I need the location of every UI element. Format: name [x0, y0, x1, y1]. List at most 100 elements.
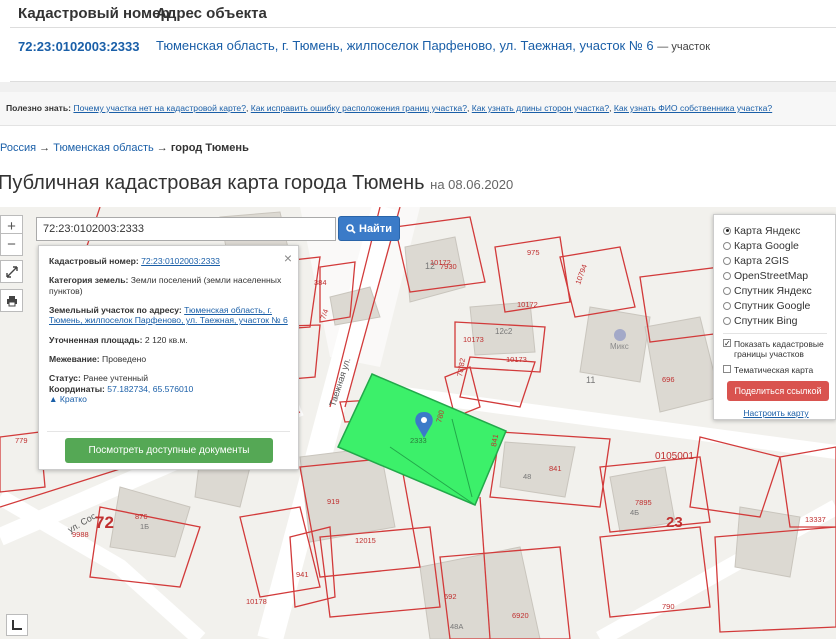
layer-label: Карта 2GIS [734, 254, 789, 267]
svg-text:696: 696 [662, 375, 675, 384]
zoom-out-button[interactable]: − [0, 233, 23, 256]
useful-link-fix-error[interactable]: Как исправить ошибку расположения границ… [251, 103, 467, 113]
cadastral-search-input[interactable] [36, 217, 336, 241]
printer-icon [6, 295, 17, 306]
layer-label: Спутник Яндекс [734, 284, 812, 297]
breadcrumb-separator: → [39, 142, 51, 154]
divider-band [0, 82, 836, 92]
layer-option-osm[interactable]: OpenStreetMap [723, 268, 835, 283]
configure-map-link[interactable]: Настроить карту [717, 408, 835, 418]
layer-option-google-satellite[interactable]: Спутник Google [723, 298, 835, 313]
radio[interactable] [723, 301, 731, 310]
svg-text:7895: 7895 [635, 498, 652, 507]
info-value: 2 120 кв.м. [144, 334, 188, 345]
info-value: Ранее учтенный [83, 373, 148, 384]
result-kind: — участок [657, 41, 711, 53]
map-layers-panel: Карта Яндекс Карта Google Карта 2GIS Ope… [713, 214, 836, 420]
page-title-text: Публичная кадастровая карта города Тюмен… [0, 172, 425, 194]
breadcrumb-separator: → [156, 142, 168, 154]
svg-text:692: 692 [444, 592, 457, 601]
radio[interactable] [723, 271, 731, 280]
result-address-link[interactable]: Тюменская область, г. Тюмень, жилпоселок… [156, 38, 654, 53]
breadcrumb-region[interactable]: Тюменская область [53, 142, 154, 154]
triangle-up-icon: ▲ [49, 393, 58, 404]
radio[interactable] [723, 256, 731, 265]
breadcrumb-russia[interactable]: Россия [0, 142, 36, 154]
info-label: Категория земель: [49, 275, 129, 286]
result-address: Тюменская область, г. Тюмень, жилпоселок… [156, 38, 710, 53]
search-icon [346, 223, 356, 234]
info-brief-toggle[interactable]: ▲ Кратко [49, 394, 288, 404]
show-borders-checkbox[interactable]: ✓ [723, 339, 731, 348]
layer-label: OpenStreetMap [734, 269, 809, 282]
info-area: Уточненная площадь: 2 120 кв.м. [49, 335, 288, 345]
info-value: Проведено [102, 353, 147, 364]
column-header-address: Адрес объекта [156, 5, 267, 22]
map-corner-button[interactable] [6, 614, 28, 636]
brief-link[interactable]: Кратко [60, 394, 87, 404]
table-header: Кадастровый номер Адрес объекта [10, 0, 836, 28]
svg-text:10173: 10173 [463, 335, 484, 344]
block-label: 0105001 [655, 451, 694, 462]
find-button[interactable]: Найти [338, 216, 400, 241]
layer-option-google-map[interactable]: Карта Google [723, 238, 835, 253]
useful-link-side-lengths[interactable]: Как узнать длины сторон участка? [472, 103, 609, 113]
thematic-map-option[interactable]: Тематическая карта [723, 365, 835, 375]
page-title-date: на 08.06.2020 [430, 177, 514, 192]
svg-text:12с2: 12с2 [495, 327, 513, 336]
useful-link-missing[interactable]: Почему участка нет на кадастровой карте? [73, 103, 246, 113]
breadcrumb-current: город Тюмень [170, 142, 249, 154]
info-label: Координаты: [49, 383, 105, 394]
layer-option-yandex-map[interactable]: Карта Яндекс [723, 223, 835, 238]
share-link-button[interactable]: Поделиться ссылкой [727, 381, 829, 401]
svg-text:10172: 10172 [517, 300, 538, 309]
info-coordinates: Координаты: 57.182734, 65.576010 [49, 384, 288, 394]
cadastral-map[interactable]: 10172 7930 975 12 10794 10172 12с2 10173… [0, 207, 836, 639]
useful-links-bar: Полезно знать: Почему участка нет на кад… [0, 92, 836, 126]
info-land-category: Категория земель: Земли поселений (земли… [49, 275, 288, 296]
close-icon[interactable]: × [284, 250, 292, 267]
layer-option-bing-satellite[interactable]: Спутник Bing [723, 313, 835, 328]
layer-option-yandex-satellite[interactable]: Спутник Яндекс [723, 283, 835, 298]
info-label: Кадастровый номер: [49, 256, 139, 266]
svg-text:941: 941 [296, 570, 309, 579]
svg-text:876: 876 [135, 512, 148, 521]
fullscreen-button[interactable] [0, 260, 23, 283]
radio[interactable] [723, 241, 731, 250]
view-documents-button[interactable]: Посмотреть доступные документы [65, 438, 273, 463]
info-label: Статус: [49, 373, 81, 384]
svg-text:11: 11 [586, 375, 595, 385]
svg-text:779: 779 [15, 436, 28, 445]
useful-link-owner[interactable]: Как узнать ФИО собственника участка? [614, 103, 772, 113]
quarter-label-72: 72 [95, 513, 114, 532]
corner-bracket-icon [12, 620, 22, 630]
print-button[interactable] [0, 289, 23, 312]
expand-icon [5, 265, 18, 278]
svg-text:12: 12 [425, 261, 435, 271]
show-borders-option[interactable]: ✓ Показать кадастровые границы участков [723, 339, 835, 359]
svg-text:790: 790 [662, 602, 675, 611]
svg-text:48А: 48А [450, 622, 463, 631]
info-cadastral-link[interactable]: 72:23:0102003:2333 [141, 256, 220, 266]
info-label: Земельный участок по адресу: [49, 304, 182, 315]
checkbox-label: Показать кадастровые границы участков [734, 339, 824, 359]
info-survey: Межевание: Проведено [49, 354, 288, 364]
svg-text:2333: 2333 [410, 436, 427, 445]
svg-text:384: 384 [314, 278, 327, 287]
radio[interactable] [723, 286, 731, 295]
result-cadastral-number-link[interactable]: 72:23:0102003:2333 [18, 39, 139, 54]
thematic-map-checkbox[interactable] [723, 365, 731, 373]
quarter-label-23: 23 [666, 514, 683, 531]
layer-option-2gis-map[interactable]: Карта 2GIS [723, 253, 835, 268]
info-coordinates-link[interactable]: 57.182734, 65.576010 [107, 384, 193, 394]
radio-selected[interactable] [723, 226, 731, 235]
info-divider [47, 431, 290, 432]
info-cadastral-number: Кадастровый номер: 72:23:0102003:2333 [49, 256, 288, 266]
svg-text:10173: 10173 [506, 355, 527, 364]
svg-text:975: 975 [527, 248, 540, 257]
find-button-label: Найти [359, 222, 392, 235]
svg-text:4Б: 4Б [630, 508, 639, 517]
radio[interactable] [723, 316, 731, 325]
svg-text:12015: 12015 [355, 536, 376, 545]
layer-label: Карта Google [734, 239, 799, 252]
